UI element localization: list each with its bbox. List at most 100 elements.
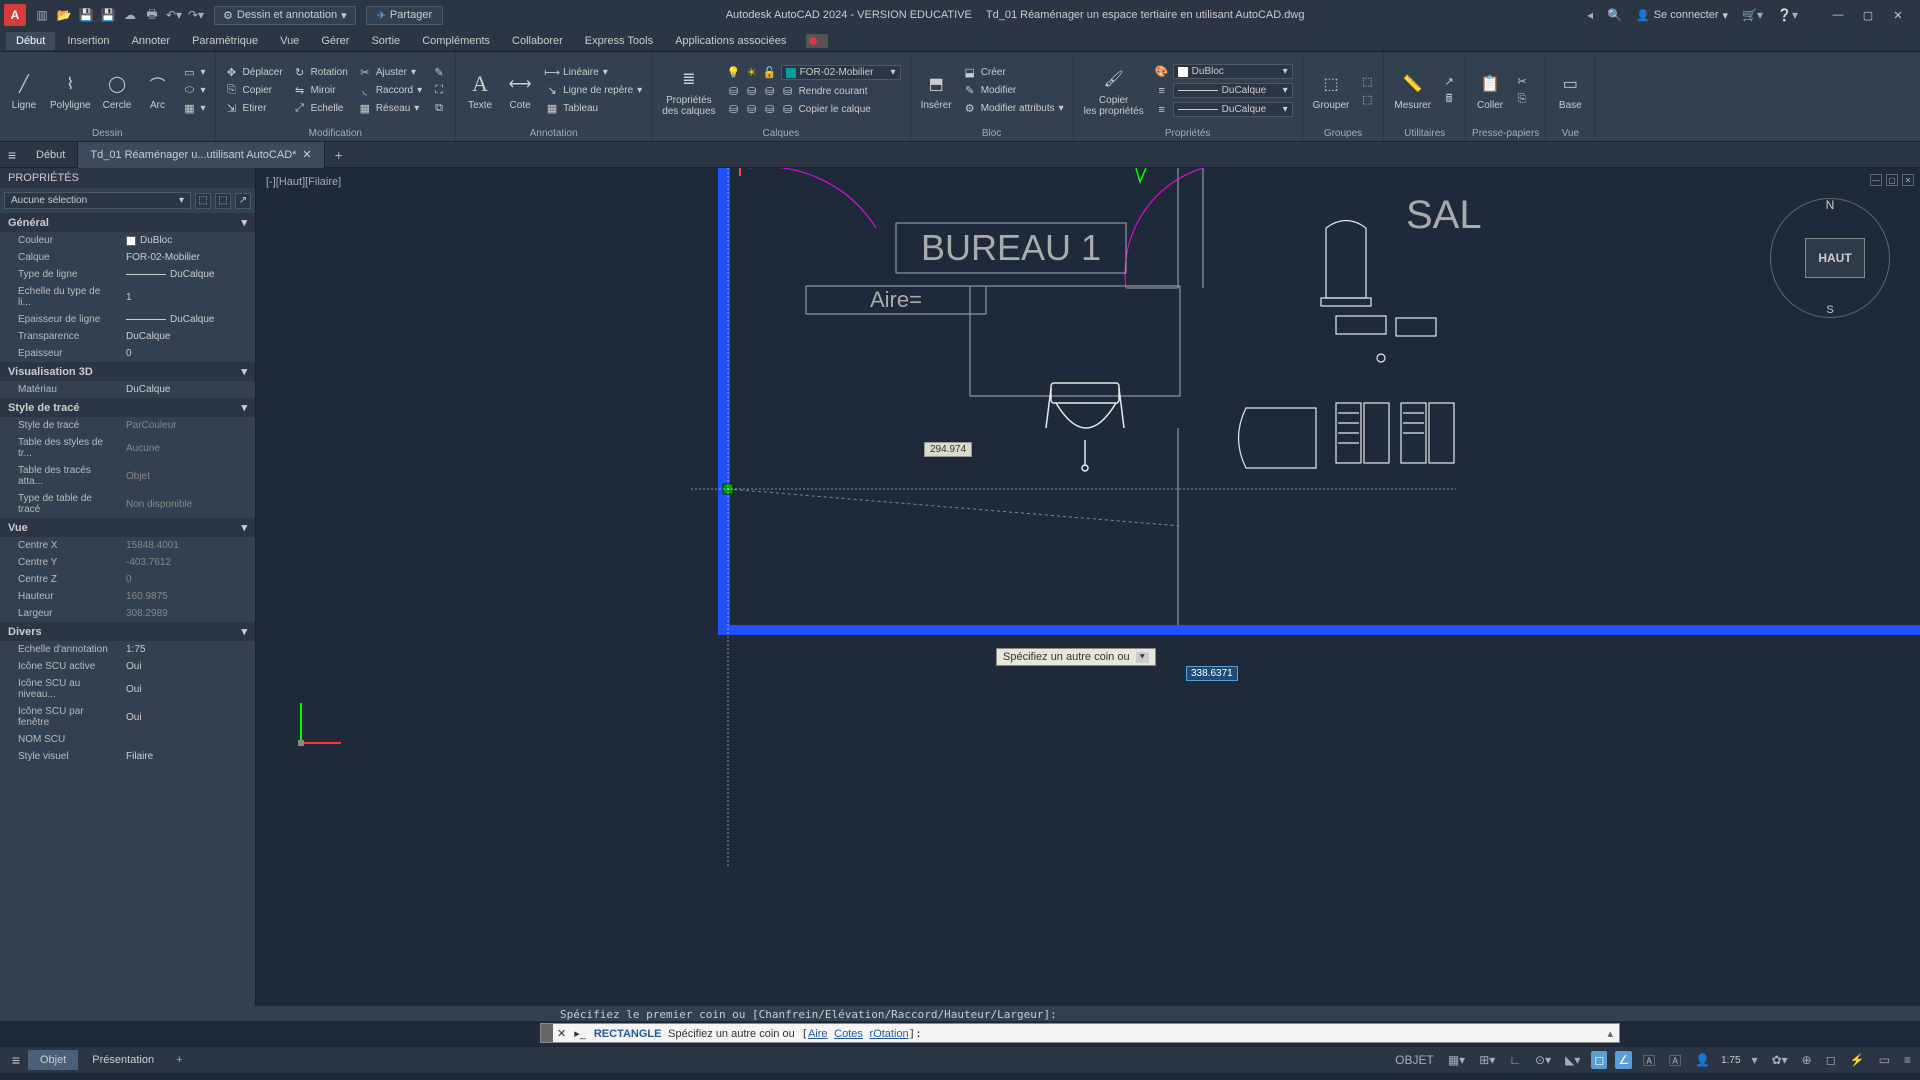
prop-materiau[interactable]: MatériauDuCalque <box>0 381 255 398</box>
prop-style-visuel[interactable]: Style visuelFilaire <box>0 748 255 765</box>
inserer-button[interactable]: ⬒Insérer <box>917 55 956 126</box>
open-icon[interactable]: 📂 <box>56 7 72 23</box>
base-button[interactable]: ▭Base <box>1552 55 1588 126</box>
customize-icon[interactable]: ≡ <box>1901 1051 1914 1069</box>
nav-left-icon[interactable]: ◂ <box>1587 8 1593 22</box>
osnap-icon[interactable]: ◻ <box>1591 1051 1607 1069</box>
menu-sortie[interactable]: Sortie <box>361 32 410 50</box>
plot-icon[interactable]: 🖶 <box>144 7 160 23</box>
cercle-button[interactable]: ◯Cercle <box>99 55 136 126</box>
section-visu3d[interactable]: Visualisation 3D▾ <box>0 362 255 381</box>
lineaire-button[interactable]: ⟼Linéaire▾ <box>542 65 645 81</box>
help-icon[interactable]: ❔▾ <box>1777 8 1798 22</box>
annomonitor-icon[interactable]: 🄰 <box>1666 1050 1684 1071</box>
polyligne-button[interactable]: ⌇Polyligne <box>46 55 95 126</box>
close-tab-icon[interactable]: ✕ <box>302 148 311 161</box>
drawing-canvas[interactable]: [-][Haut][Filaire] — ▢ ✕ N S HAUT <box>256 168 1920 1006</box>
cut-icon[interactable]: ✂ <box>1515 75 1529 89</box>
menu-annoter[interactable]: Annoter <box>122 32 181 50</box>
miroir-button[interactable]: ⇋Miroir <box>290 83 351 99</box>
app-icon[interactable]: A <box>4 4 26 26</box>
copier-button[interactable]: ⎘Copier <box>222 83 286 99</box>
echelle-button[interactable]: ⤢Echelle <box>290 101 351 117</box>
cote-button[interactable]: ⟷Cote <box>502 55 538 126</box>
new-icon[interactable]: ▥ <box>34 7 50 23</box>
record-icon[interactable] <box>806 34 828 48</box>
rect-button[interactable]: ▭▾ <box>180 65 209 81</box>
menu-complements[interactable]: Compléments <box>412 32 500 50</box>
prop-echelle-annot[interactable]: Echelle d'annotation1:75 <box>0 641 255 658</box>
saveweb-icon[interactable]: ☁ <box>122 7 138 23</box>
repere-button[interactable]: ↘Ligne de repère▾ <box>542 83 645 99</box>
reseau-button[interactable]: ▦Réseau▾ <box>355 101 425 117</box>
prop-scu-fenetre[interactable]: Icône SCU par fenêtreOui <box>0 703 255 731</box>
section-divers[interactable]: Divers▾ <box>0 622 255 641</box>
ltype-dropdown[interactable]: ≡DuCalque▾ <box>1152 82 1296 99</box>
grid-icon[interactable]: ▦▾ <box>1445 1051 1468 1069</box>
add-layout-button[interactable]: + <box>168 1054 190 1066</box>
cart-icon[interactable]: 🛒▾ <box>1742 8 1763 22</box>
minimize-button[interactable]: — <box>1824 5 1852 25</box>
scale-display[interactable]: 1:75 <box>1721 1055 1740 1066</box>
menu-collaborer[interactable]: Collaborer <box>502 32 573 50</box>
close-button[interactable]: ✕ <box>1884 5 1912 25</box>
otrack-icon[interactable]: ∠ <box>1615 1051 1632 1069</box>
ortho-icon[interactable]: ∟ <box>1506 1051 1524 1069</box>
command-line[interactable]: ✕ ▸_ RECTANGLE Spécifiez un autre coin o… <box>540 1023 1620 1043</box>
person-icon[interactable]: 👤 <box>1692 1051 1713 1069</box>
prop-scu-niveau[interactable]: Icône SCU au niveau...Oui <box>0 675 255 703</box>
isolate-icon[interactable]: ◻ <box>1823 1051 1839 1069</box>
ajuster-button[interactable]: ✂Ajuster▾ <box>355 65 425 81</box>
selection-dropdown[interactable]: Aucune sélection▾ <box>4 192 191 209</box>
cmdline-recent-icon[interactable]: ▴ <box>1601 1027 1619 1040</box>
ligne-button[interactable]: ╱Ligne <box>6 55 42 126</box>
cmdline-close-icon[interactable]: ✕ <box>553 1027 570 1040</box>
workspace-dropdown[interactable]: ⚙ Dessin et annotation ▾ <box>214 6 356 25</box>
rotation-button[interactable]: ↻Rotation <box>290 65 351 81</box>
modattr-button[interactable]: ⚙Modifier attributs▾ <box>960 101 1067 117</box>
search-icon[interactable]: 🔍 <box>1607 8 1622 22</box>
menu-parametrique[interactable]: Paramétrique <box>182 32 268 50</box>
etirer-button[interactable]: ⇲Etirer <box>222 101 286 117</box>
group-edit-icon[interactable]: ⬚ <box>1360 93 1374 107</box>
snap-icon[interactable]: ⊞▾ <box>1476 1051 1498 1069</box>
section-style[interactable]: Style de tracé▾ <box>0 398 255 417</box>
current-layer[interactable]: 💡 ☀ 🔓 FOR-02-Mobilier▾ <box>724 64 904 81</box>
prop-transparence[interactable]: TransparenceDuCalque <box>0 328 255 345</box>
maximize-viewport-icon[interactable]: ⊕ <box>1799 1051 1815 1069</box>
hatch-button[interactable]: ▦▾ <box>180 101 209 117</box>
layerprops-button[interactable]: ≣Propriétés des calques <box>658 55 719 126</box>
explode-button[interactable]: ⛶ <box>429 83 449 99</box>
hardware-accel-icon[interactable]: ⚡ <box>1847 1051 1868 1069</box>
tab-debut[interactable]: Début <box>24 142 78 168</box>
copier-props-button[interactable]: 🖌Copier les propriétés <box>1080 55 1148 126</box>
tab-objet[interactable]: Objet <box>28 1050 78 1070</box>
prop-nom-scu[interactable]: NOM SCU <box>0 731 255 748</box>
share-button[interactable]: ✈ Partager <box>366 6 443 25</box>
tabs-menu-icon[interactable]: ≡ <box>0 147 24 163</box>
ellipse-button[interactable]: ⬭▾ <box>180 83 209 99</box>
prop-epaisseur[interactable]: Epaisseur0 <box>0 345 255 362</box>
texte-button[interactable]: ATexte <box>462 55 498 126</box>
menu-insertion[interactable]: Insertion <box>57 32 119 50</box>
offset-button[interactable]: ⧉ <box>429 101 449 117</box>
annoscale-icon[interactable]: 🄰 <box>1640 1050 1658 1071</box>
menu-gerer[interactable]: Gérer <box>311 32 359 50</box>
quickselect-icon[interactable]: ⬚ <box>195 193 211 209</box>
select-objects-icon[interactable]: ↗ <box>235 193 251 209</box>
raccord-button[interactable]: ◟Raccord▾ <box>355 83 425 99</box>
mesurer-button[interactable]: 📏Mesurer <box>1390 55 1435 126</box>
undo-icon[interactable]: ↶▾ <box>166 7 182 23</box>
prop-scu-active[interactable]: Icône SCU activeOui <box>0 658 255 675</box>
menu-vue[interactable]: Vue <box>270 32 309 50</box>
clean-screen-icon[interactable]: ▭ <box>1876 1051 1893 1069</box>
new-tab-button[interactable]: + <box>325 147 353 163</box>
polar-icon[interactable]: ⊙▾ <box>1532 1051 1554 1069</box>
tab-file[interactable]: Td_01 Réaménager u...utilisant AutoCAD*✕ <box>78 142 324 168</box>
menu-apps[interactable]: Applications associées <box>665 32 796 50</box>
prompt-options-icon[interactable]: ⯆ <box>1136 652 1149 663</box>
color-dropdown[interactable]: 🎨DuBloc▾ <box>1152 63 1296 80</box>
section-general[interactable]: Général▾ <box>0 213 255 232</box>
deplacer-button[interactable]: ✥Déplacer <box>222 65 286 81</box>
prop-typeligne[interactable]: Type de ligneDuCalque <box>0 266 255 283</box>
